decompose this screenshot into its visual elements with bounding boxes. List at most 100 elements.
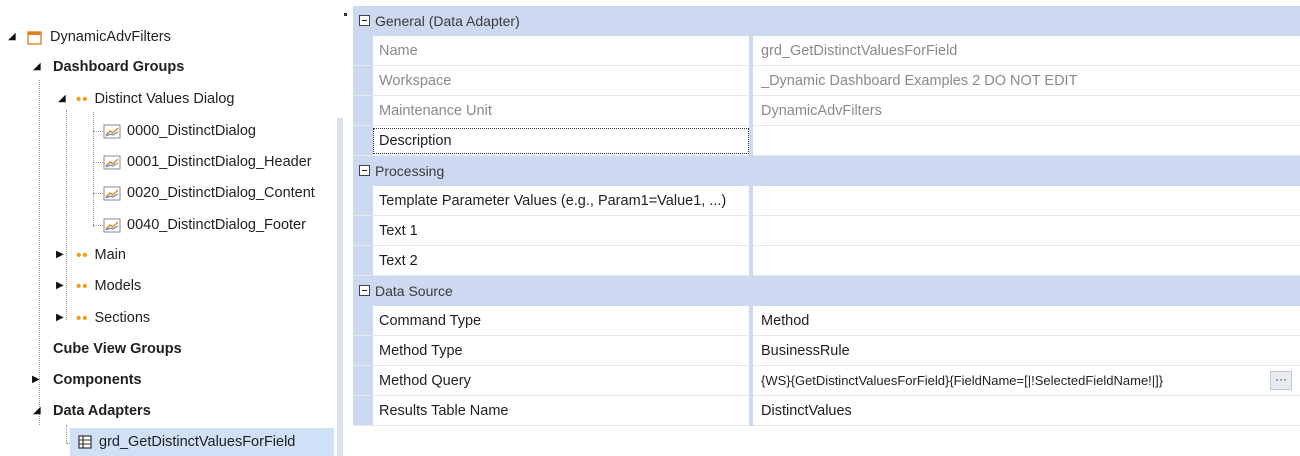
collapsed-arrow-icon[interactable]: ▶ <box>56 313 64 323</box>
property-grid[interactable]: General (Data Adapter) Name grd_GetDisti… <box>353 6 1300 426</box>
category-processing[interactable]: Processing <box>353 156 1300 186</box>
property-row-results-table[interactable]: Results Table Name DistinctValues <box>353 396 1300 426</box>
pane-splitter[interactable] <box>343 0 353 456</box>
property-label: Text 1 <box>379 223 418 239</box>
collapse-icon[interactable] <box>359 15 370 26</box>
property-row-name[interactable]: Name grd_GetDistinctValuesForField <box>353 36 1300 66</box>
data-adapter-icon <box>78 435 92 449</box>
tree-label: Cube View Groups <box>53 341 182 357</box>
group-dots-icon: •• <box>76 277 89 295</box>
expand-arrow-icon[interactable]: ◢ <box>58 94 66 104</box>
category-title: Processing <box>375 163 445 179</box>
property-value[interactable] <box>761 126 1261 156</box>
collapsed-arrow-icon[interactable]: ▶ <box>56 250 64 260</box>
group-dots-icon: •• <box>76 246 89 264</box>
property-label: Command Type <box>379 313 482 329</box>
category-general[interactable]: General (Data Adapter) <box>353 6 1300 36</box>
property-row-description[interactable]: Description <box>353 126 1300 156</box>
property-row-method-type[interactable]: Method Type BusinessRule <box>353 336 1300 366</box>
chart-icon <box>103 186 121 200</box>
collapsed-arrow-icon[interactable]: ▶ <box>56 281 64 291</box>
property-label: Description <box>379 133 452 149</box>
tree-label: Distinct Values Dialog <box>94 91 235 107</box>
tree-connector <box>66 425 67 443</box>
category-title: Data Source <box>375 283 453 299</box>
property-row-text1[interactable]: Text 1 <box>353 216 1300 246</box>
property-row-maintenance-unit[interactable]: Maintenance Unit DynamicAdvFilters <box>353 96 1300 126</box>
category-title: General (Data Adapter) <box>375 13 520 29</box>
splitter-grip <box>344 13 347 16</box>
tree-node-models[interactable]: ▶ •• Models <box>0 273 141 299</box>
tree-node-root[interactable]: ◢ DynamicAdvFilters <box>0 24 171 50</box>
tree-node-dashboard[interactable]: 0020_DistinctDialog_Content <box>103 180 315 206</box>
tree-connector <box>93 162 103 163</box>
tree-label: grd_GetDistinctValuesForField <box>99 434 296 450</box>
property-value[interactable]: _Dynamic Dashboard Examples 2 DO NOT EDI… <box>761 66 1261 96</box>
expand-arrow-icon[interactable]: ◢ <box>8 32 16 42</box>
tree-node-selected-adapter[interactable]: grd_GetDistinctValuesForField <box>78 429 295 455</box>
tree-node-distinct-values-dialog[interactable]: ◢ •• Distinct Values Dialog <box>0 86 234 112</box>
property-value[interactable]: DistinctValues <box>761 396 1261 426</box>
property-value[interactable]: DynamicAdvFilters <box>761 96 1261 126</box>
property-label: Template Parameter Values (e.g., Param1=… <box>379 193 727 209</box>
tree-node-dashboard[interactable]: 0040_DistinctDialog_Footer <box>103 212 306 238</box>
tree-node-main[interactable]: ▶ •• Main <box>0 242 126 268</box>
property-value[interactable] <box>761 246 1261 276</box>
property-value[interactable]: grd_GetDistinctValuesForField <box>761 36 1261 66</box>
tree-label: Sections <box>94 310 151 326</box>
tree-node-data-adapters[interactable]: ◢ Data Adapters <box>0 398 151 424</box>
property-label: Method Query <box>379 373 471 389</box>
property-label: Method Type <box>379 343 463 359</box>
tree-node-dashboard-groups[interactable]: ◢ Dashboard Groups <box>0 54 184 80</box>
group-dots-icon: •• <box>76 309 89 327</box>
chart-icon <box>103 218 121 232</box>
ellipsis-button[interactable]: ··· <box>1270 371 1292 390</box>
tree-label: Components <box>53 372 142 388</box>
tree-label: Dashboard Groups <box>53 59 185 75</box>
expand-arrow-icon[interactable]: ◢ <box>33 62 41 72</box>
property-row-template-params[interactable]: Template Parameter Values (e.g., Param1=… <box>353 186 1300 216</box>
chart-icon <box>103 124 121 138</box>
tree-label: Data Adapters <box>53 403 151 419</box>
property-value[interactable]: {WS}{GetDistinctValuesForField}{FieldNam… <box>761 366 1261 396</box>
expand-arrow-icon[interactable]: ◢ <box>33 406 41 416</box>
property-value[interactable] <box>761 216 1261 246</box>
tree-label: Models <box>94 278 142 294</box>
tree-connector <box>93 225 103 226</box>
property-row-text2[interactable]: Text 2 <box>353 246 1300 276</box>
tree-node-components[interactable]: ▶ Components <box>0 367 142 393</box>
property-label: Workspace <box>379 73 452 89</box>
tree-node-cube-view-groups[interactable]: Cube View Groups <box>0 336 182 362</box>
tree-connector <box>93 131 103 132</box>
property-label: Text 2 <box>379 253 418 269</box>
property-label: Name <box>379 43 418 59</box>
collapsed-arrow-icon[interactable]: ▶ <box>32 375 40 385</box>
tree-label: 0001_DistinctDialog_Header <box>127 154 312 170</box>
chart-icon <box>103 155 121 169</box>
property-value[interactable]: Method <box>761 306 1261 336</box>
property-value[interactable] <box>761 186 1261 216</box>
tree-connector <box>93 112 94 227</box>
collapse-icon[interactable] <box>359 285 370 296</box>
tree-node-sections[interactable]: ▶ •• Sections <box>0 305 150 331</box>
property-row-workspace[interactable]: Workspace _Dynamic Dashboard Examples 2 … <box>353 66 1300 96</box>
tree-label: Main <box>94 247 126 263</box>
column-splitter[interactable] <box>749 6 753 426</box>
tree-connector <box>93 193 103 194</box>
property-value[interactable]: BusinessRule <box>761 336 1261 366</box>
tree-label: 0040_DistinctDialog_Footer <box>127 217 306 233</box>
category-data-source[interactable]: Data Source <box>353 276 1300 306</box>
property-row-method-query[interactable]: Method Query {WS}{GetDistinctValuesForFi… <box>353 366 1300 396</box>
project-tree[interactable]: ◢ DynamicAdvFilters ◢ Dashboard Groups ◢… <box>0 0 343 456</box>
tree-label: DynamicAdvFilters <box>50 29 171 45</box>
property-label: Results Table Name <box>379 403 509 419</box>
group-dots-icon: •• <box>76 90 89 108</box>
property-row-command-type[interactable]: Command Type Method <box>353 306 1300 336</box>
collapse-icon[interactable] <box>359 165 370 176</box>
grid-empty-area <box>353 426 1300 456</box>
tree-label: 0000_DistinctDialog <box>127 123 256 139</box>
tree-label: 0020_DistinctDialog_Content <box>127 185 315 201</box>
tree-node-dashboard[interactable]: 0000_DistinctDialog <box>103 118 256 144</box>
calendar-icon <box>27 30 42 45</box>
tree-node-dashboard[interactable]: 0001_DistinctDialog_Header <box>103 149 312 175</box>
